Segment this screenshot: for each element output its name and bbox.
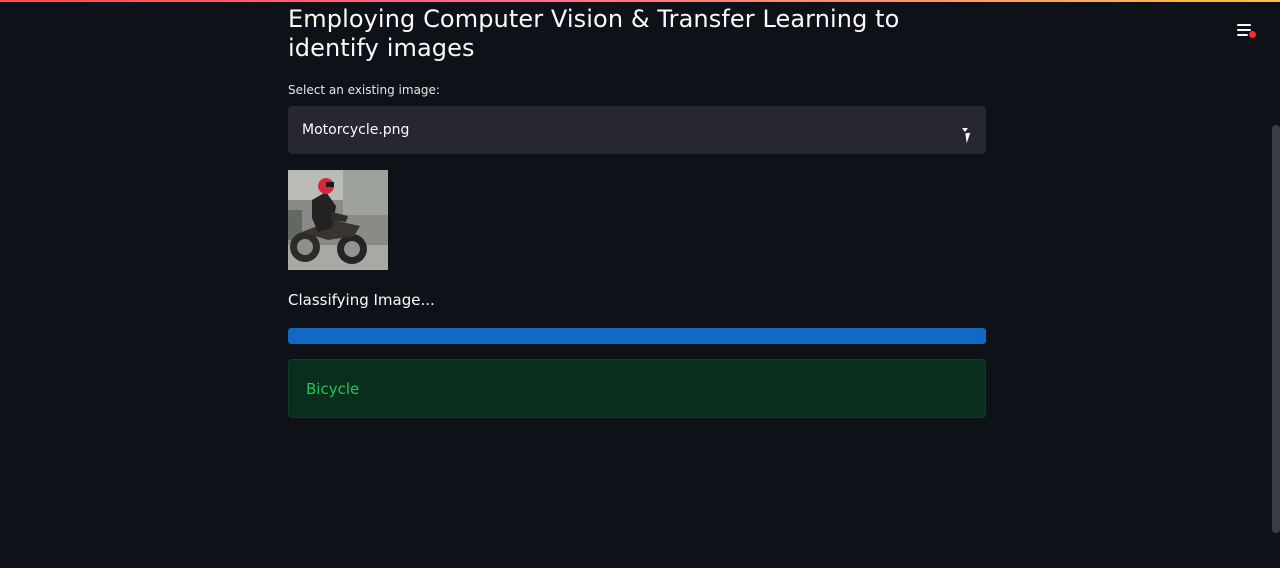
status-text: Classifying Image... <box>288 291 435 309</box>
scrollbar[interactable] <box>1272 125 1280 533</box>
notification-dot <box>1249 31 1256 38</box>
mouse-cursor-icon <box>965 132 972 144</box>
progress-bar <box>288 328 986 344</box>
menu-line <box>1237 34 1248 36</box>
select-label: Select an existing image: <box>288 83 440 97</box>
progress-fill <box>288 328 986 344</box>
main-content: Employing Computer Vision & Transfer Lea… <box>288 0 986 418</box>
select-value: Motorcycle.png <box>302 122 410 138</box>
result-text: Bicycle <box>306 379 360 398</box>
motorcycle-image <box>288 170 388 270</box>
menu-line <box>1237 24 1251 26</box>
image-select[interactable]: Motorcycle.png <box>288 106 986 154</box>
chevron-down-icon[interactable] <box>962 128 968 132</box>
menu-line <box>1237 29 1251 31</box>
hamburger-menu-icon[interactable] <box>1236 20 1256 40</box>
success-alert: Bicycle <box>288 359 986 418</box>
page-title: Employing Computer Vision & Transfer Lea… <box>288 5 900 62</box>
